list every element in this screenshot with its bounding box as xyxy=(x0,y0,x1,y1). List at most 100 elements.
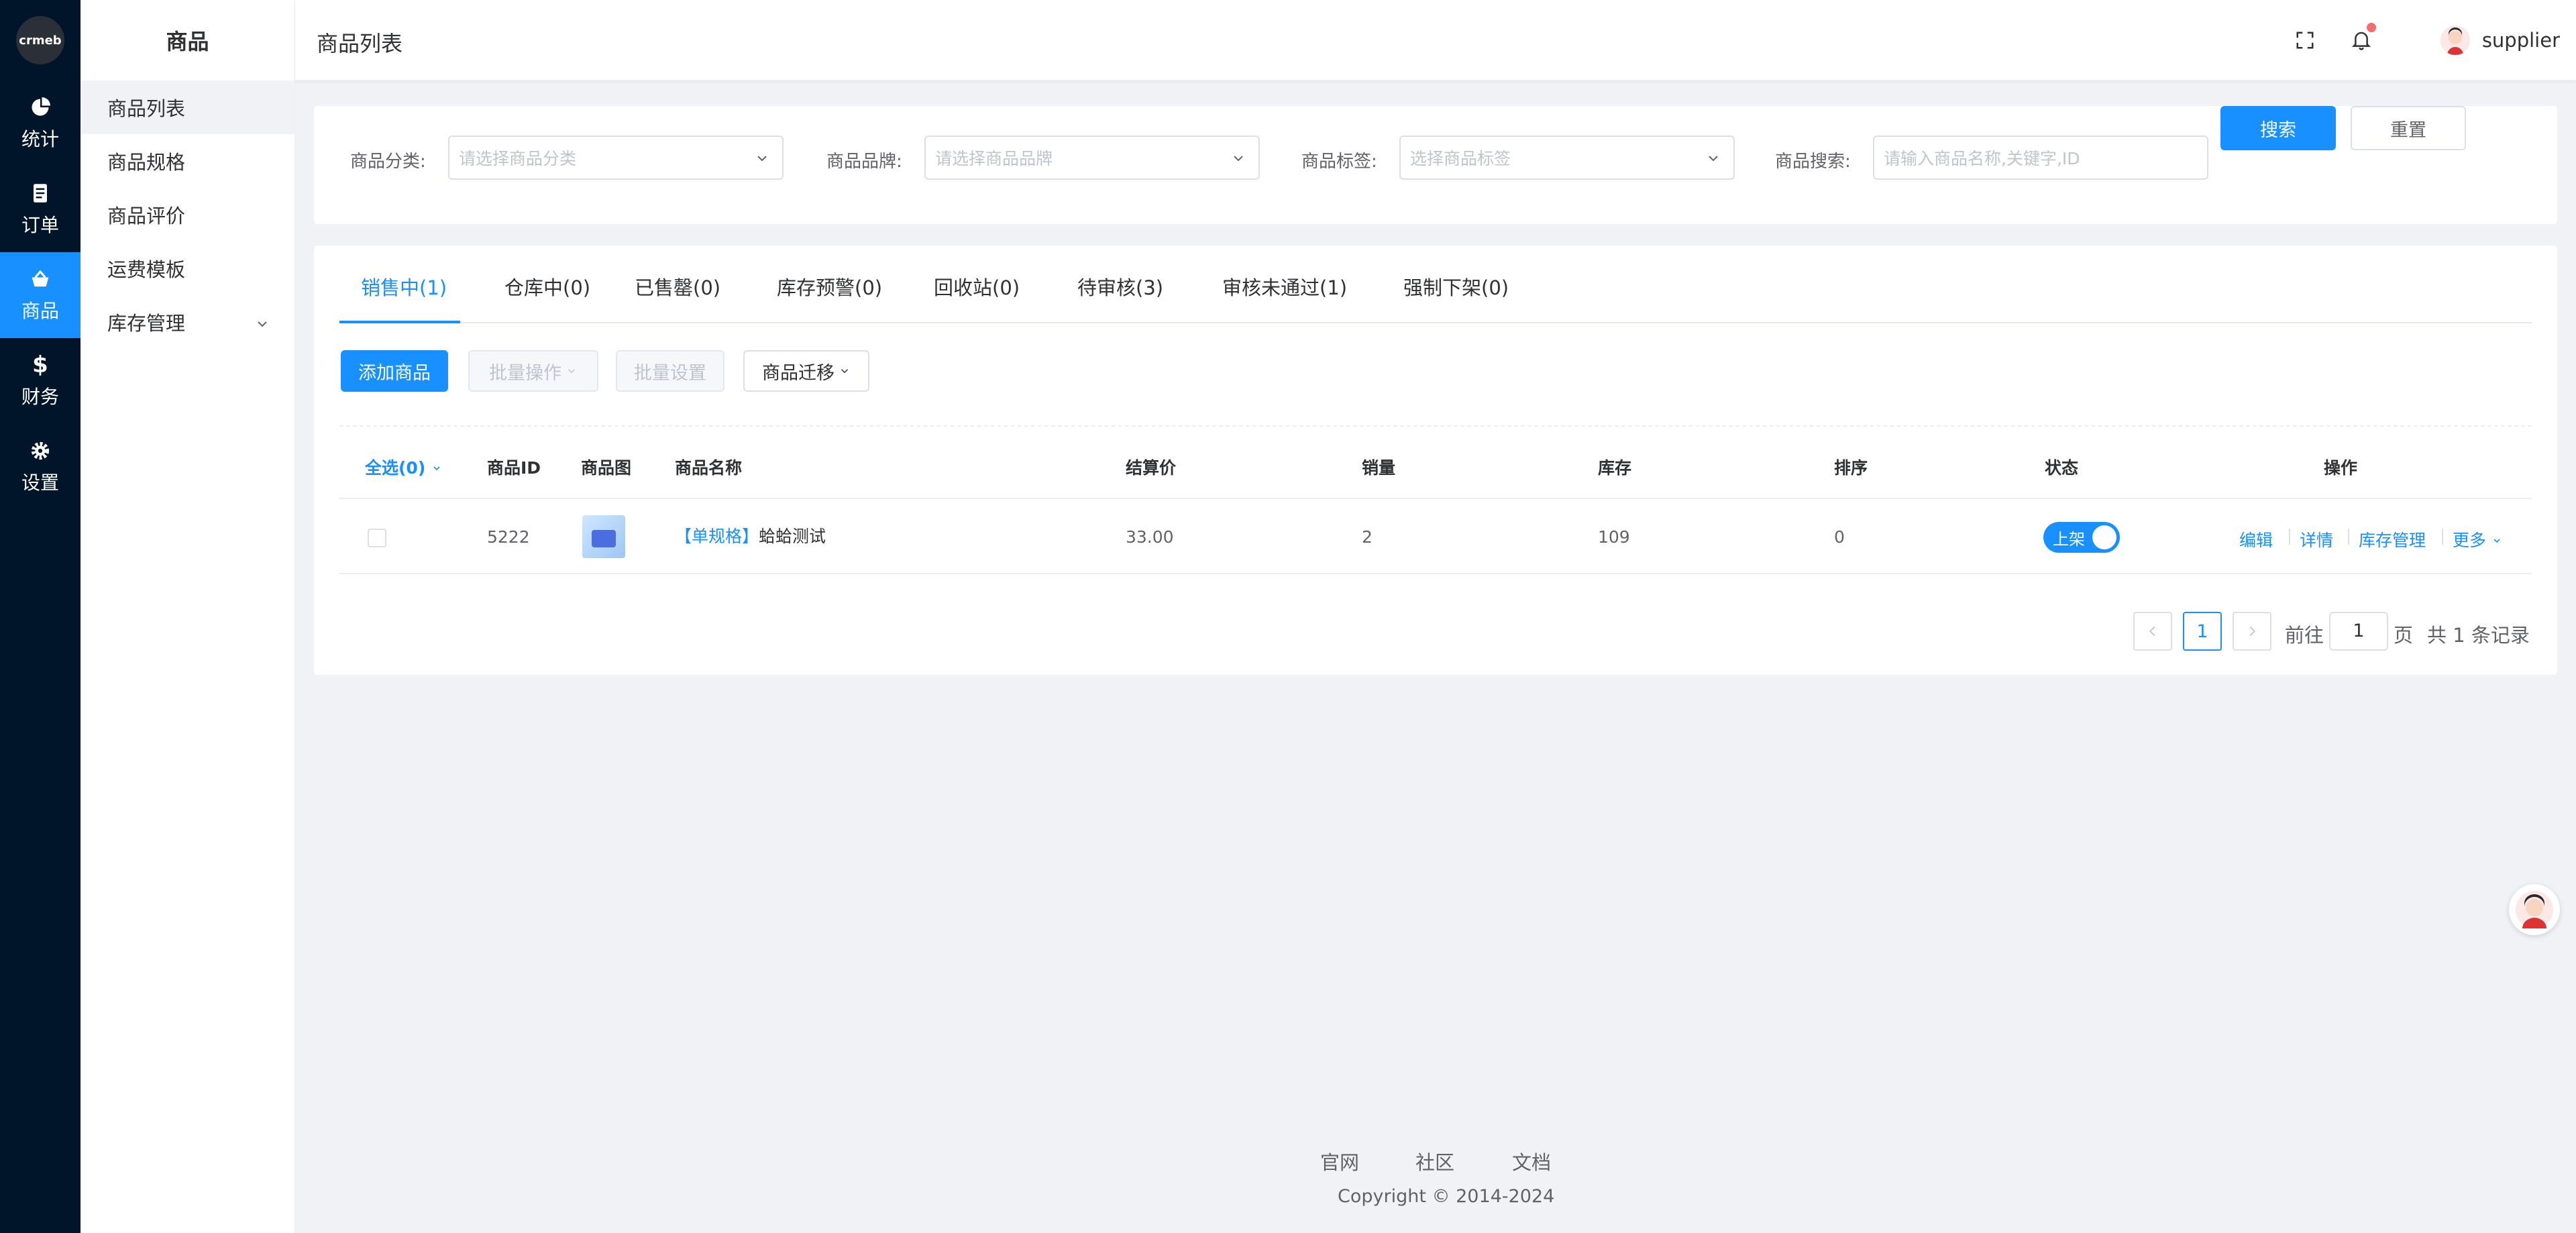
action-divider xyxy=(2442,529,2443,545)
submenu-item-shipping-template[interactable]: 运费模板 xyxy=(80,242,294,295)
search-button[interactable]: 搜索 xyxy=(2220,106,2336,150)
fullscreen-icon[interactable] xyxy=(2292,27,2318,54)
header-sales: 销量 xyxy=(1362,458,1396,478)
chevron-right-icon xyxy=(2249,626,2255,637)
document-icon xyxy=(28,181,52,205)
table-header: 全选(0) 商品ID 商品图 商品名称 结算价 销量 库存 排序 状态 操作 xyxy=(339,425,2532,499)
brand-logo[interactable]: crmeb xyxy=(0,0,80,81)
action-divider xyxy=(2289,529,2290,545)
tab-pending-review[interactable]: 待审核(3) xyxy=(1077,272,1163,301)
product-name[interactable]: 【单规格】蛤蛤测试 xyxy=(675,523,826,547)
submenu-item-product-list[interactable]: 商品列表 xyxy=(80,81,294,134)
tab-review-failed[interactable]: 审核未通过(1) xyxy=(1222,272,1347,301)
chevron-down-icon xyxy=(754,150,770,166)
chevron-down-icon xyxy=(1230,150,1246,166)
spec-tag: 【单规格】 xyxy=(675,527,759,546)
footer-link-docs[interactable]: 文档 xyxy=(1512,1147,1551,1175)
header-product-name: 商品名称 xyxy=(675,458,743,478)
product-id: 5222 xyxy=(487,527,530,547)
tab-forced-offline[interactable]: 强制下架(0) xyxy=(1403,272,1509,301)
add-product-button[interactable]: 添加商品 xyxy=(341,350,448,392)
status-toggle[interactable]: 上架 xyxy=(2043,522,2120,553)
more-actions-dropdown[interactable]: 更多 xyxy=(2453,527,2502,551)
chevron-down-icon xyxy=(841,369,849,374)
rail-item-products[interactable]: 商品 xyxy=(0,252,80,338)
rail-item-settings[interactable]: 设置 xyxy=(0,424,80,510)
reset-button[interactable]: 重置 xyxy=(2351,106,2466,150)
rail-item-stats[interactable]: 统计 xyxy=(0,81,80,166)
active-tab-indicator xyxy=(339,321,460,323)
submenu-item-product-reviews[interactable]: 商品评价 xyxy=(80,188,294,242)
main-nav-rail: crmeb 统计 订单 商品 $ 财务 设置 xyxy=(0,0,80,1233)
product-list-panel: 销售中(1) 仓库中(0) 已售罄(0) 库存预警(0) 回收站(0) 待审核(… xyxy=(314,246,2557,675)
tag-select[interactable]: 选择商品标签 xyxy=(1399,136,1735,180)
category-select[interactable]: 请选择商品分类 xyxy=(448,136,784,180)
stock-count: 109 xyxy=(1598,527,1630,547)
tab-stock-alert[interactable]: 库存预警(0) xyxy=(777,272,882,301)
logo-mark: crmeb xyxy=(16,16,64,64)
product-thumbnail[interactable] xyxy=(582,515,625,558)
chevron-left-icon xyxy=(2149,626,2155,637)
batch-settings-button[interactable]: 批量设置 xyxy=(616,350,724,392)
tab-on-sale[interactable]: 销售中(1) xyxy=(361,272,447,301)
submenu-item-product-specs[interactable]: 商品规格 xyxy=(80,134,294,188)
category-label: 商品分类: xyxy=(350,152,426,172)
batch-operations-button[interactable]: 批量操作 xyxy=(468,350,598,392)
tab-in-warehouse[interactable]: 仓库中(0) xyxy=(504,272,590,301)
submenu-item-inventory[interactable]: 库存管理 xyxy=(80,295,294,349)
rail-item-label: 商品 xyxy=(21,300,59,322)
brand-placeholder: 请选择商品品牌 xyxy=(935,149,1053,168)
user-menu[interactable]: supplier xyxy=(2440,25,2560,55)
settlement-price: 33.00 xyxy=(1126,527,1174,547)
tab-recycle-bin[interactable]: 回收站(0) xyxy=(934,272,1020,301)
sort-value: 0 xyxy=(1834,527,1845,547)
footer-link-community[interactable]: 社区 xyxy=(1415,1147,1454,1175)
tab-sold-out[interactable]: 已售罄(0) xyxy=(635,272,720,301)
table-row: 5222 【单规格】蛤蛤测试 33.00 2 109 0 上架 编辑 详情 库存… xyxy=(339,499,2532,574)
select-all-label: 全选(0) xyxy=(365,458,426,478)
next-page-button[interactable] xyxy=(2233,612,2271,651)
dollar-icon: $ xyxy=(32,352,48,378)
page-title: 商品列表 xyxy=(317,31,403,56)
header-status: 状态 xyxy=(2045,458,2079,478)
goto-page-input[interactable]: 1 xyxy=(2329,612,2388,651)
row-checkbox[interactable] xyxy=(368,529,386,547)
header-actions: 操作 xyxy=(2324,458,2358,478)
chevron-down-icon xyxy=(254,314,270,330)
page-number-current[interactable]: 1 xyxy=(2183,612,2222,651)
submenu-title: 商品 xyxy=(166,29,209,54)
rail-item-finance[interactable]: $ 财务 xyxy=(0,338,80,424)
support-agent-icon xyxy=(2516,891,2553,928)
submenu-item-label: 库存管理 xyxy=(107,312,186,335)
footer-link-official-site[interactable]: 官网 xyxy=(1320,1147,1359,1175)
sales-count: 2 xyxy=(1362,527,1373,547)
bell-icon[interactable] xyxy=(2348,23,2376,54)
avatar xyxy=(2440,25,2470,55)
username: supplier xyxy=(2481,29,2560,52)
header-product-image: 商品图 xyxy=(581,458,632,478)
category-placeholder: 请选择商品分类 xyxy=(459,149,577,168)
status-tabs: 销售中(1) 仓库中(0) 已售罄(0) 库存预警(0) 回收站(0) 待审核(… xyxy=(339,246,2532,323)
details-link[interactable]: 详情 xyxy=(2300,527,2333,551)
migrate-products-button[interactable]: 商品迁移 xyxy=(743,350,869,392)
inventory-link[interactable]: 库存管理 xyxy=(2359,527,2426,551)
more-label: 更多 xyxy=(2453,531,2487,550)
customer-service-avatar-button[interactable] xyxy=(2509,884,2560,935)
top-header: 商品列表 supplier xyxy=(295,0,2576,81)
notification-dot xyxy=(2367,23,2376,32)
select-all-dropdown[interactable]: 全选(0) xyxy=(365,455,442,479)
chevron-down-icon xyxy=(1705,150,1721,166)
header-sort: 排序 xyxy=(1834,458,1868,478)
search-input[interactable]: 请输入商品名称,关键字,ID xyxy=(1873,136,2208,180)
gear-icon xyxy=(28,439,52,463)
copyright-text: Copyright © 2014-2024 xyxy=(1338,1186,1555,1207)
brand-label: 商品品牌: xyxy=(826,152,902,172)
filter-panel: 商品分类: 请选择商品分类 商品品牌: 请选择商品品牌 商品标签: 选择商品标签… xyxy=(314,106,2557,224)
prev-page-button[interactable] xyxy=(2133,612,2172,651)
rail-item-orders[interactable]: 订单 xyxy=(0,166,80,252)
edit-link[interactable]: 编辑 xyxy=(2239,527,2273,551)
migrate-label: 商品迁移 xyxy=(762,362,835,384)
batch-operations-label: 批量操作 xyxy=(489,362,561,384)
brand-select[interactable]: 请选择商品品牌 xyxy=(924,136,1260,180)
header-product-id: 商品ID xyxy=(487,458,541,478)
